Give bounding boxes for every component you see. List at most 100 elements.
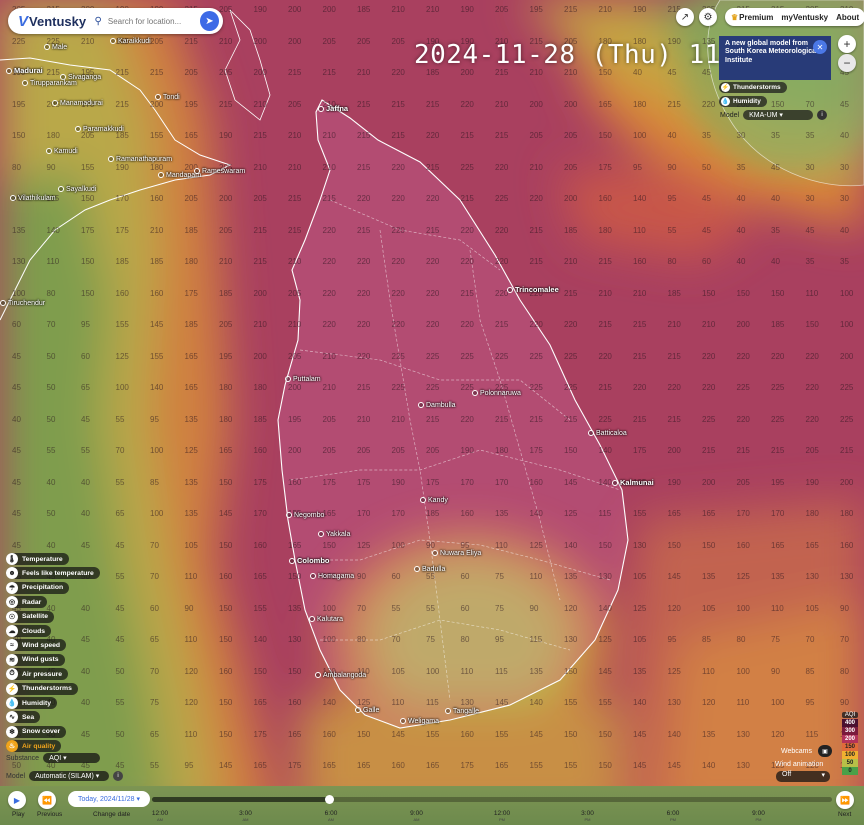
ventusky-logo[interactable]: V Ventusky — [8, 13, 95, 30]
aqi-grid-value: 105 — [184, 540, 198, 550]
aqi-grid-value: 215 — [667, 99, 681, 109]
aqi-grid-value: 100 — [322, 603, 336, 613]
play-button[interactable]: ▶ — [8, 791, 26, 809]
aqi-grid-value: 210 — [702, 320, 716, 329]
layer-item-radar[interactable]: ◎ Radar — [6, 596, 48, 609]
timeline-tick[interactable]: 12:00 AM — [145, 810, 175, 822]
city-label[interactable]: Badulla — [414, 566, 445, 573]
timeline-tick[interactable]: 12:00 PM — [487, 810, 517, 822]
city-label[interactable]: Weligama — [400, 718, 439, 725]
city-label[interactable]: Kandy — [420, 497, 448, 504]
aqi-grid-value: 215 — [357, 162, 371, 172]
city-label[interactable]: Paramakkudi — [75, 126, 124, 133]
layer-item-satellite[interactable]: ☉ Satellite — [6, 610, 55, 623]
layer-item-air-quality[interactable]: ♨ Air quality — [6, 740, 62, 753]
previous-button[interactable]: ⏪ — [38, 791, 56, 809]
popup-layer-thunderstorms[interactable]: ⚡ Thunderstorms — [719, 82, 787, 93]
aqi-grid-value: 30 — [840, 194, 849, 203]
timeline-handle[interactable] — [324, 795, 334, 804]
timeline-tick[interactable]: 3:00 AM — [231, 810, 261, 822]
info-icon[interactable]: i — [113, 771, 124, 781]
timeline-tick[interactable]: 3:00 PM — [573, 810, 603, 822]
city-label[interactable]: Tirupparankam — [22, 80, 77, 87]
city-label[interactable]: Trincomalee — [507, 285, 559, 294]
aqi-grid-value: 200 — [253, 68, 267, 77]
timeline-tick[interactable]: 6:00 PM — [658, 810, 688, 822]
city-label[interactable]: Vilathikulam — [10, 195, 56, 202]
city-label[interactable]: Kalmunai — [612, 478, 654, 487]
city-label[interactable]: Male — [44, 44, 67, 51]
layer-item-air-pressure[interactable]: ⏱ Air pressure — [6, 668, 69, 681]
search-box[interactable]: ⚲ — [94, 15, 200, 27]
timeline-tick[interactable]: 9:00 AM — [402, 810, 432, 822]
city-label[interactable]: Colombo — [289, 556, 330, 565]
city-label[interactable]: Puttalam — [285, 376, 321, 383]
city-label[interactable]: Nuwara Eliya — [432, 550, 481, 557]
date-selector[interactable]: Today, 2024/11/28 ▾ — [68, 791, 150, 807]
city-label[interactable]: Rameswaram — [194, 168, 245, 175]
aqi-grid-value: 150 — [219, 635, 233, 644]
zoom-in-button[interactable]: + — [838, 35, 856, 53]
locate-me-button[interactable]: ➤ — [199, 11, 219, 31]
aqi-grid-value: 45 — [702, 194, 711, 203]
aqi-grid-value: 205 — [736, 477, 750, 487]
about-link[interactable]: About — [836, 13, 859, 22]
info-icon[interactable]: i — [817, 110, 828, 120]
layer-item-thunderstorms[interactable]: ⚡ Thunderstorms — [6, 682, 78, 695]
layer-item-humidity[interactable]: 💧 Humidity — [6, 697, 58, 709]
layer-item-precipitation[interactable]: ☂ Precipitation — [6, 581, 70, 594]
city-label[interactable]: Jaffna — [318, 104, 348, 113]
timeline-tick[interactable]: 6:00 AM — [316, 810, 346, 822]
wind-animation-select[interactable]: Off ▾ — [776, 771, 830, 782]
city-label[interactable]: Tiruchendur — [0, 300, 45, 307]
city-label[interactable]: Tondi — [155, 94, 180, 101]
city-label[interactable]: Batticaloa — [588, 430, 627, 437]
aqi-grid-value: 75 — [771, 635, 780, 644]
aqi-grid-value: 150 — [219, 729, 233, 739]
aqi-grid-value: 165 — [322, 761, 336, 770]
popup-layer-humidity[interactable]: 💧 Humidity — [719, 96, 767, 107]
aqi-grid-value: 150 — [564, 666, 578, 676]
city-label[interactable]: Sayalkudi — [58, 186, 96, 193]
settings-button[interactable]: ⚙ — [699, 8, 717, 26]
webcam-button[interactable]: ▣ — [818, 745, 832, 757]
city-label[interactable]: Madurai — [6, 66, 43, 75]
city-label[interactable]: Ambalangoda — [315, 672, 366, 679]
timeline-tick[interactable]: 9:00 PM — [744, 810, 774, 822]
substance-select[interactable]: AQI ▾ — [43, 753, 101, 763]
city-label[interactable]: Galle — [355, 707, 379, 714]
popup-close-button[interactable]: ✕ — [813, 40, 827, 54]
layer-item-temperature[interactable]: 🌡 Temperature — [6, 553, 69, 565]
aqi-grid-value: 95 — [184, 761, 194, 770]
city-label[interactable]: Negombo — [286, 512, 324, 519]
search-input[interactable] — [105, 15, 200, 27]
next-button[interactable]: ⏩ — [836, 791, 854, 809]
aqi-grid-value: 210 — [150, 225, 164, 235]
layer-item-sea[interactable]: ∿ Sea — [6, 711, 41, 724]
model-select-top[interactable]: KMA-UM ▾ — [743, 110, 814, 120]
aqi-grid-value: 190 — [253, 5, 267, 14]
city-label[interactable]: Ramanathapuram — [108, 156, 172, 163]
layer-item-wind-speed[interactable]: ≈ Wind speed — [6, 639, 67, 652]
layer-item-feels-like-temperature[interactable]: ☻ Feels like temperature — [6, 567, 100, 580]
city-label[interactable]: Karaikkudi — [110, 38, 151, 45]
layer-item-wind-gusts[interactable]: ≋ Wind gusts — [6, 653, 65, 666]
my-ventusky-link[interactable]: myVentusky — [781, 13, 828, 22]
premium-link[interactable]: ♛Premium — [731, 13, 773, 22]
layer-item-clouds[interactable]: ☁ Clouds — [6, 625, 52, 637]
city-label[interactable]: Homagama — [310, 573, 354, 580]
layer-item-snow-cover[interactable]: ❄ Snow cover — [6, 725, 67, 738]
city-label[interactable]: Tangalle — [445, 708, 479, 715]
aqi-grid-value: 215 — [426, 162, 440, 172]
city-label[interactable]: Kalutara — [309, 616, 343, 623]
city-label[interactable]: Polonnaruwa — [472, 390, 521, 397]
model-select-bottom[interactable]: Automatic (SILAM) ▾ — [29, 771, 110, 781]
share-button[interactable]: ↗ — [676, 8, 694, 26]
aqi-grid-value: 160 — [288, 477, 302, 487]
city-label[interactable]: Dambulla — [418, 402, 456, 409]
zoom-out-button[interactable]: − — [838, 54, 856, 72]
city-label[interactable]: Kamudi — [46, 148, 78, 155]
city-label[interactable]: Manamadurai — [52, 100, 103, 107]
weather-map[interactable]: 205 215 200 190 190 215 205 190 200 200 185 210 210 1… — [0, 0, 864, 825]
city-label[interactable]: Yakkala — [318, 531, 350, 538]
